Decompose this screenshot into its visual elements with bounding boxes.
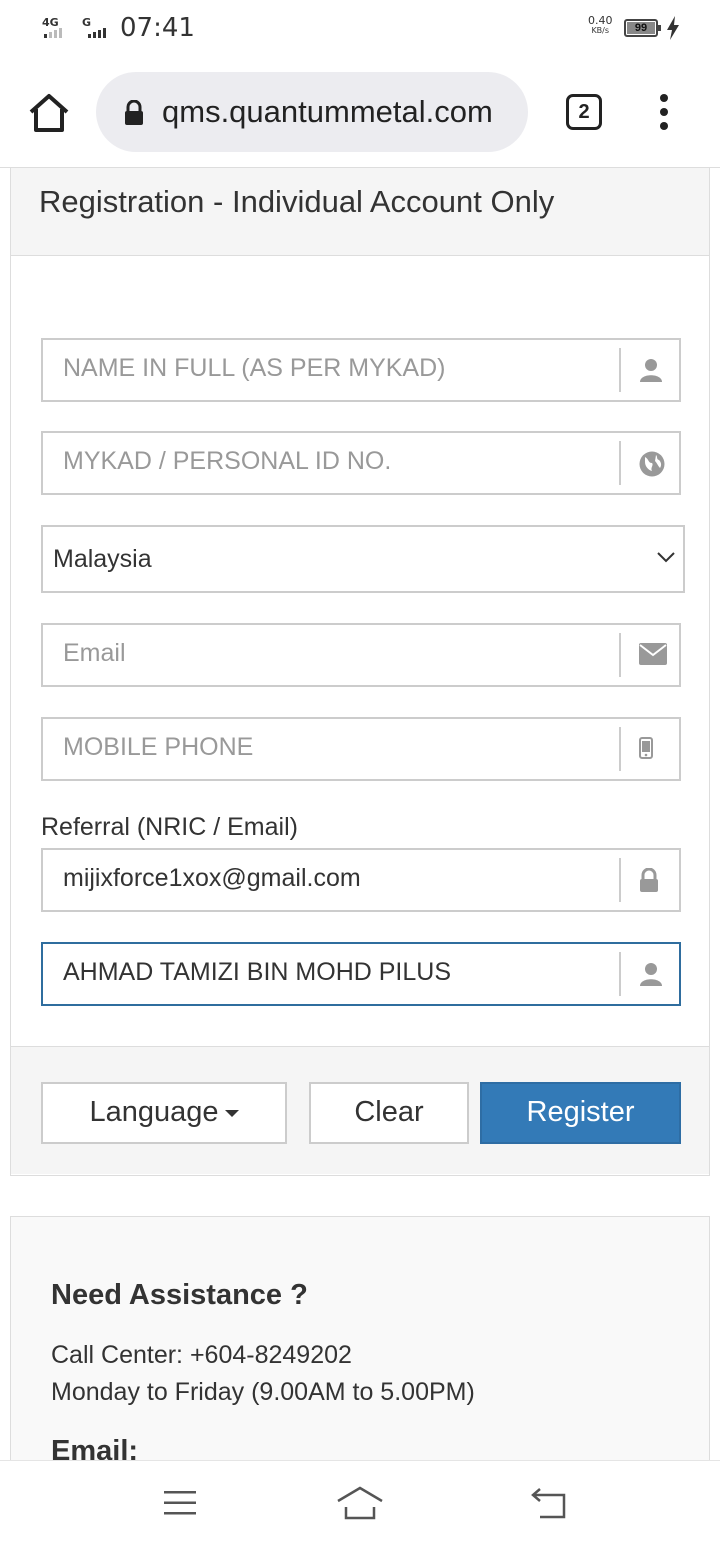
lock-icon [619,858,679,902]
referral-label: Referral (NRIC / Email) [41,813,298,841]
url-text: qms.quantummetal.com [162,94,493,129]
chevron-down-icon [657,552,675,563]
referral-input[interactable]: mijixforce1xox@gmail.com [41,848,681,912]
status-bar: 4G G 07:41 0.40 KB/s 99 [0,0,720,56]
user-icon [619,952,679,996]
form-actions: Language Clear Register [11,1046,709,1174]
referrer-name-input[interactable]: AHMAD TAMIZI BIN MOHD PILUS [41,942,681,1006]
overflow-menu-icon[interactable] [658,94,670,134]
battery-level: 99 [627,22,655,34]
network-speed: 0.40 KB/s [588,14,613,35]
clock: 07:41 [120,13,195,43]
email-input[interactable]: Email [41,623,681,687]
call-center-text: Call Center: +604-8249202 [51,1341,352,1369]
full-name-input[interactable]: NAME IN FULL (AS PER MYKAD) [41,338,681,402]
caret-down-icon [224,1109,239,1117]
page-title: Registration - Individual Account Only [39,184,555,219]
signal-strength-icon-2 [88,24,106,38]
system-navigation-bar [0,1460,720,1544]
signal-strength-icon [44,24,62,38]
personal-id-input[interactable]: MYKAD / PERSONAL ID NO. [41,431,681,495]
mobile-phone-input[interactable]: MOBILE PHONE [41,717,681,781]
battery-icon: 99 [624,19,661,37]
language-button[interactable]: Language [41,1082,287,1144]
user-icon [619,348,679,392]
country-select[interactable]: Malaysia [41,525,685,593]
browser-toolbar: qms.quantummetal.com 2 [0,56,720,168]
envelope-icon [619,633,679,677]
tab-switcher-button[interactable]: 2 [566,94,602,130]
address-bar[interactable]: qms.quantummetal.com [96,72,528,152]
home-nav-icon[interactable] [336,1485,384,1521]
registration-panel: Registration - Individual Account Only N… [10,168,710,1176]
recent-apps-icon[interactable] [162,1489,198,1517]
globe-icon [619,441,679,485]
clear-button[interactable]: Clear [309,1082,469,1144]
back-icon[interactable] [528,1487,568,1519]
home-icon[interactable] [28,92,70,134]
office-hours-text: Monday to Friday (9.00AM to 5.00PM) [51,1378,475,1406]
lock-icon [125,100,143,125]
assistance-title: Need Assistance ? [51,1279,308,1311]
charging-icon [667,16,679,40]
register-button[interactable]: Register [480,1082,681,1144]
mobile-phone-icon [619,727,679,771]
panel-heading: Registration - Individual Account Only [11,168,709,256]
